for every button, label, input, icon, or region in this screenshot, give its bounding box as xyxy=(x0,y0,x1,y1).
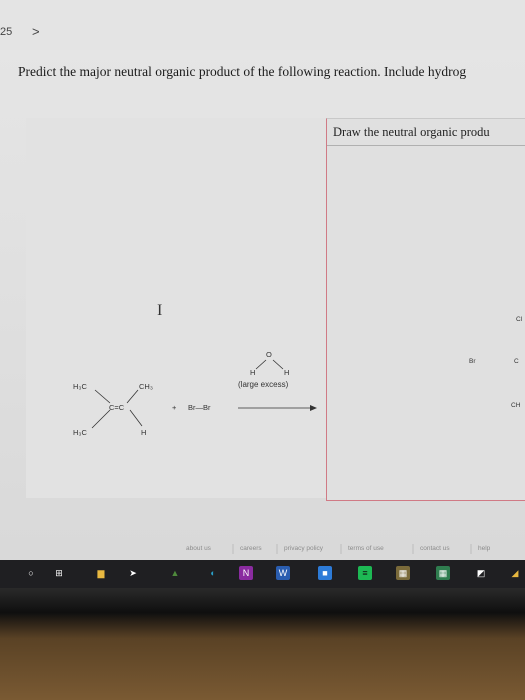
start-icon[interactable]: ○ xyxy=(24,566,38,580)
task-view-icon[interactable]: ⊞ xyxy=(52,566,66,580)
browser-arrow-icon[interactable]: ➤ xyxy=(126,566,140,580)
desk-background xyxy=(0,588,525,700)
calendar-icon[interactable]: ▦ xyxy=(396,566,410,580)
file-explorer-icon[interactable]: ▆ xyxy=(94,566,108,580)
word-icon[interactable]: W xyxy=(276,566,290,580)
overflow-icon[interactable]: ◢ xyxy=(508,566,522,580)
calculator-icon[interactable]: ▦ xyxy=(436,566,450,580)
spotify-icon[interactable]: ≡ xyxy=(358,566,372,580)
zoom-icon[interactable]: ■ xyxy=(318,566,332,580)
onenote-icon[interactable]: N xyxy=(239,566,253,580)
edge-icon[interactable]: ◐ xyxy=(206,566,220,580)
store-icon[interactable]: ▲ xyxy=(168,566,182,580)
photos-icon[interactable]: ◩ xyxy=(474,566,488,580)
